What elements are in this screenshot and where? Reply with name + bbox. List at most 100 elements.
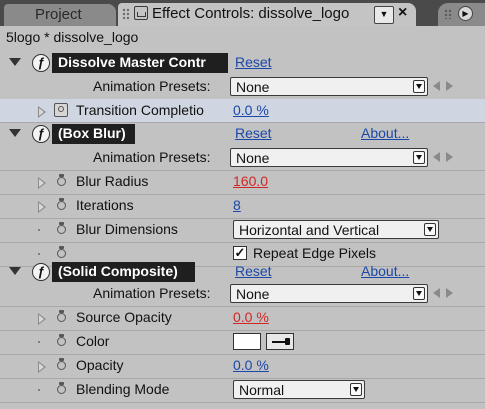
- effect-header-dissolve: ƒ Dissolve Master Contr Reset: [0, 51, 485, 75]
- property-label: Blur Dimensions: [76, 221, 178, 237]
- animation-presets-select[interactable]: None: [230, 77, 428, 96]
- previous-preset-icon[interactable]: [433, 288, 440, 298]
- collapse-icon[interactable]: [9, 267, 21, 275]
- property-row-color: Color: [0, 330, 485, 354]
- property-row-source-opacity: Source Opacity 0.0 %: [0, 306, 485, 330]
- reset-link[interactable]: Reset: [235, 54, 272, 70]
- property-label: Color: [76, 333, 110, 349]
- property-value[interactable]: 160.0: [233, 173, 268, 189]
- stopwatch-icon[interactable]: [56, 358, 69, 372]
- forward-icon[interactable]: ▶: [458, 6, 473, 21]
- reset-link[interactable]: Reset: [235, 125, 272, 141]
- animation-presets-row: Animation Presets: None: [0, 75, 485, 99]
- tab-project[interactable]: Project: [4, 4, 116, 26]
- animation-presets-row: Animation Presets: None: [0, 282, 485, 306]
- blending-mode-select[interactable]: Normal: [233, 380, 365, 399]
- drag-grip-icon[interactable]: [122, 8, 130, 20]
- animation-presets-select[interactable]: None: [230, 284, 428, 303]
- stopwatch-icon[interactable]: [54, 103, 68, 117]
- repeat-edge-label[interactable]: Repeat Edge Pixels: [253, 245, 376, 261]
- property-value[interactable]: 0.0 %: [233, 102, 269, 118]
- property-value[interactable]: 0.0 %: [233, 357, 269, 373]
- tab-overflow[interactable]: ▶: [438, 3, 485, 26]
- property-label: Opacity: [76, 357, 124, 373]
- next-preset-icon[interactable]: [446, 288, 453, 298]
- reset-link[interactable]: Reset: [235, 263, 272, 279]
- property-row-iterations: Iterations 8: [0, 194, 485, 218]
- stopwatch-icon[interactable]: [56, 246, 69, 260]
- effect-name[interactable]: Dissolve Master Contr: [52, 53, 228, 73]
- previous-preset-icon[interactable]: [433, 152, 440, 162]
- blur-dimensions-value: Horizontal and Vertical: [239, 222, 380, 238]
- property-row-transition: Transition Completio 0.0 %: [0, 99, 485, 123]
- property-value[interactable]: 0.0 %: [233, 309, 269, 325]
- tab-effect-controls[interactable]: Effect Controls: dissolve_logo ▼ ×: [118, 3, 416, 26]
- animation-presets-row: Animation Presets: None: [0, 146, 485, 170]
- expand-icon[interactable]: [38, 177, 46, 189]
- divider: [0, 402, 485, 403]
- effect-header-solid-composite: ƒ (Solid Composite) Reset About...: [0, 260, 485, 284]
- effect-name[interactable]: (Solid Composite): [52, 262, 195, 282]
- about-link[interactable]: About...: [361, 263, 409, 279]
- previous-preset-icon[interactable]: [433, 81, 440, 91]
- close-icon[interactable]: ×: [398, 4, 407, 22]
- tab-project-label: Project: [35, 6, 82, 23]
- property-row-blur-radius: Blur Radius 160.0: [0, 170, 485, 194]
- property-row-opacity: Opacity 0.0 %: [0, 354, 485, 378]
- stopwatch-icon[interactable]: [56, 334, 69, 348]
- next-preset-icon[interactable]: [446, 152, 453, 162]
- animation-presets-value: None: [236, 286, 270, 302]
- fx-toggle-icon[interactable]: ƒ: [32, 125, 50, 143]
- blending-mode-value: Normal: [239, 382, 285, 398]
- stopwatch-icon[interactable]: [56, 310, 69, 324]
- repeat-edge-checkbox[interactable]: ✓: [233, 246, 247, 260]
- expand-icon[interactable]: [38, 361, 46, 373]
- fx-toggle-icon[interactable]: ƒ: [32, 54, 50, 72]
- chevron-down-icon: [413, 287, 425, 300]
- lock-icon[interactable]: [134, 6, 148, 20]
- expand-icon[interactable]: [38, 106, 46, 118]
- tab-effect-controls-label: Effect Controls: dissolve_logo: [152, 5, 350, 22]
- collapse-icon[interactable]: [9, 58, 21, 66]
- property-value[interactable]: 8: [233, 197, 241, 213]
- next-preset-icon[interactable]: [446, 81, 453, 91]
- chevron-down-icon: [350, 383, 362, 396]
- collapse-icon[interactable]: [9, 129, 21, 137]
- effect-name[interactable]: (Box Blur): [52, 124, 135, 144]
- stopwatch-icon[interactable]: [56, 222, 69, 236]
- bullet: [38, 229, 40, 231]
- animation-presets-label: Animation Presets:: [93, 285, 211, 301]
- property-label: Blur Radius: [76, 173, 149, 189]
- effect-header-box-blur: ƒ (Box Blur) Reset About...: [0, 122, 485, 146]
- chevron-down-icon: [413, 80, 425, 93]
- stopwatch-icon[interactable]: [56, 198, 69, 212]
- eyedropper-icon[interactable]: [266, 333, 294, 350]
- bullet: [38, 389, 40, 391]
- bullet: [38, 253, 40, 255]
- stopwatch-icon[interactable]: [56, 382, 69, 396]
- animation-presets-value: None: [236, 150, 270, 166]
- property-label: Transition Completio: [76, 102, 204, 118]
- animation-presets-label: Animation Presets:: [93, 149, 211, 165]
- panel-menu-button[interactable]: ▼: [374, 6, 394, 24]
- composition-title: 5logo * dissolve_logo: [6, 29, 139, 45]
- animation-presets-value: None: [236, 79, 270, 95]
- blur-dimensions-select[interactable]: Horizontal and Vertical: [233, 220, 439, 239]
- animation-presets-label: Animation Presets:: [93, 78, 211, 94]
- property-row-blending-mode: Blending Mode Normal: [0, 378, 485, 402]
- effect-controls-panel: 5logo * dissolve_logo ƒ Dissolve Master …: [0, 26, 485, 409]
- drag-grip-icon[interactable]: [444, 9, 452, 19]
- animation-presets-select[interactable]: None: [230, 148, 428, 167]
- expand-icon[interactable]: [38, 313, 46, 325]
- property-label: Iterations: [76, 197, 134, 213]
- fx-toggle-icon[interactable]: ƒ: [32, 263, 50, 281]
- panel-tab-bar: Project Effect Controls: dissolve_logo ▼…: [0, 0, 485, 26]
- bullet: [38, 341, 40, 343]
- stopwatch-icon[interactable]: [56, 174, 69, 188]
- property-label: Source Opacity: [76, 309, 172, 325]
- expand-icon[interactable]: [38, 201, 46, 213]
- property-row-blur-dimensions: Blur Dimensions Horizontal and Vertical: [0, 218, 485, 242]
- color-swatch[interactable]: [233, 333, 261, 350]
- property-label: Blending Mode: [76, 381, 170, 397]
- about-link[interactable]: About...: [361, 125, 409, 141]
